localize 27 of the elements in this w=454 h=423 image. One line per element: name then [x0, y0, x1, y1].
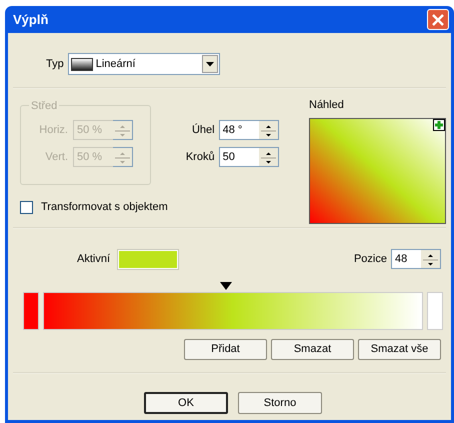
action-button[interactable]: Přidat — [184, 339, 267, 360]
type-label: Typ — [46, 56, 64, 72]
end-color-swatch[interactable] — [427, 292, 443, 330]
dialog-button[interactable]: OK — [144, 392, 228, 414]
type-dropdown[interactable]: Lineární — [68, 53, 220, 75]
gradient-bar[interactable] — [43, 292, 423, 330]
close-button[interactable] — [427, 9, 449, 30]
window-title: Výplň — [13, 10, 48, 29]
position-label: Pozice — [354, 252, 387, 267]
color-swatch[interactable] — [118, 250, 178, 268]
stop-marker[interactable] — [220, 282, 232, 290]
checkbox-label: Transformovat s objektem — [41, 200, 168, 215]
checkbox[interactable] — [20, 200, 33, 214]
field-label: Úhel — [190, 122, 216, 138]
plus-icon — [433, 118, 445, 130]
action-button[interactable]: Smazat — [271, 339, 354, 360]
start-color-swatch[interactable] — [23, 292, 39, 330]
field-label: Horiz. — [38, 122, 69, 138]
preview-label: Náhled — [309, 98, 345, 113]
close-icon — [432, 14, 444, 26]
active-label: Aktivní — [77, 252, 110, 267]
type-value: Lineární — [96, 57, 136, 72]
field-label: Kroků — [184, 150, 216, 165]
field-label: Vert. — [44, 150, 69, 165]
dialog-button[interactable]: Storno — [238, 392, 322, 414]
action-button[interactable]: Smazat vše — [358, 339, 441, 360]
gradient-icon — [70, 58, 93, 70]
